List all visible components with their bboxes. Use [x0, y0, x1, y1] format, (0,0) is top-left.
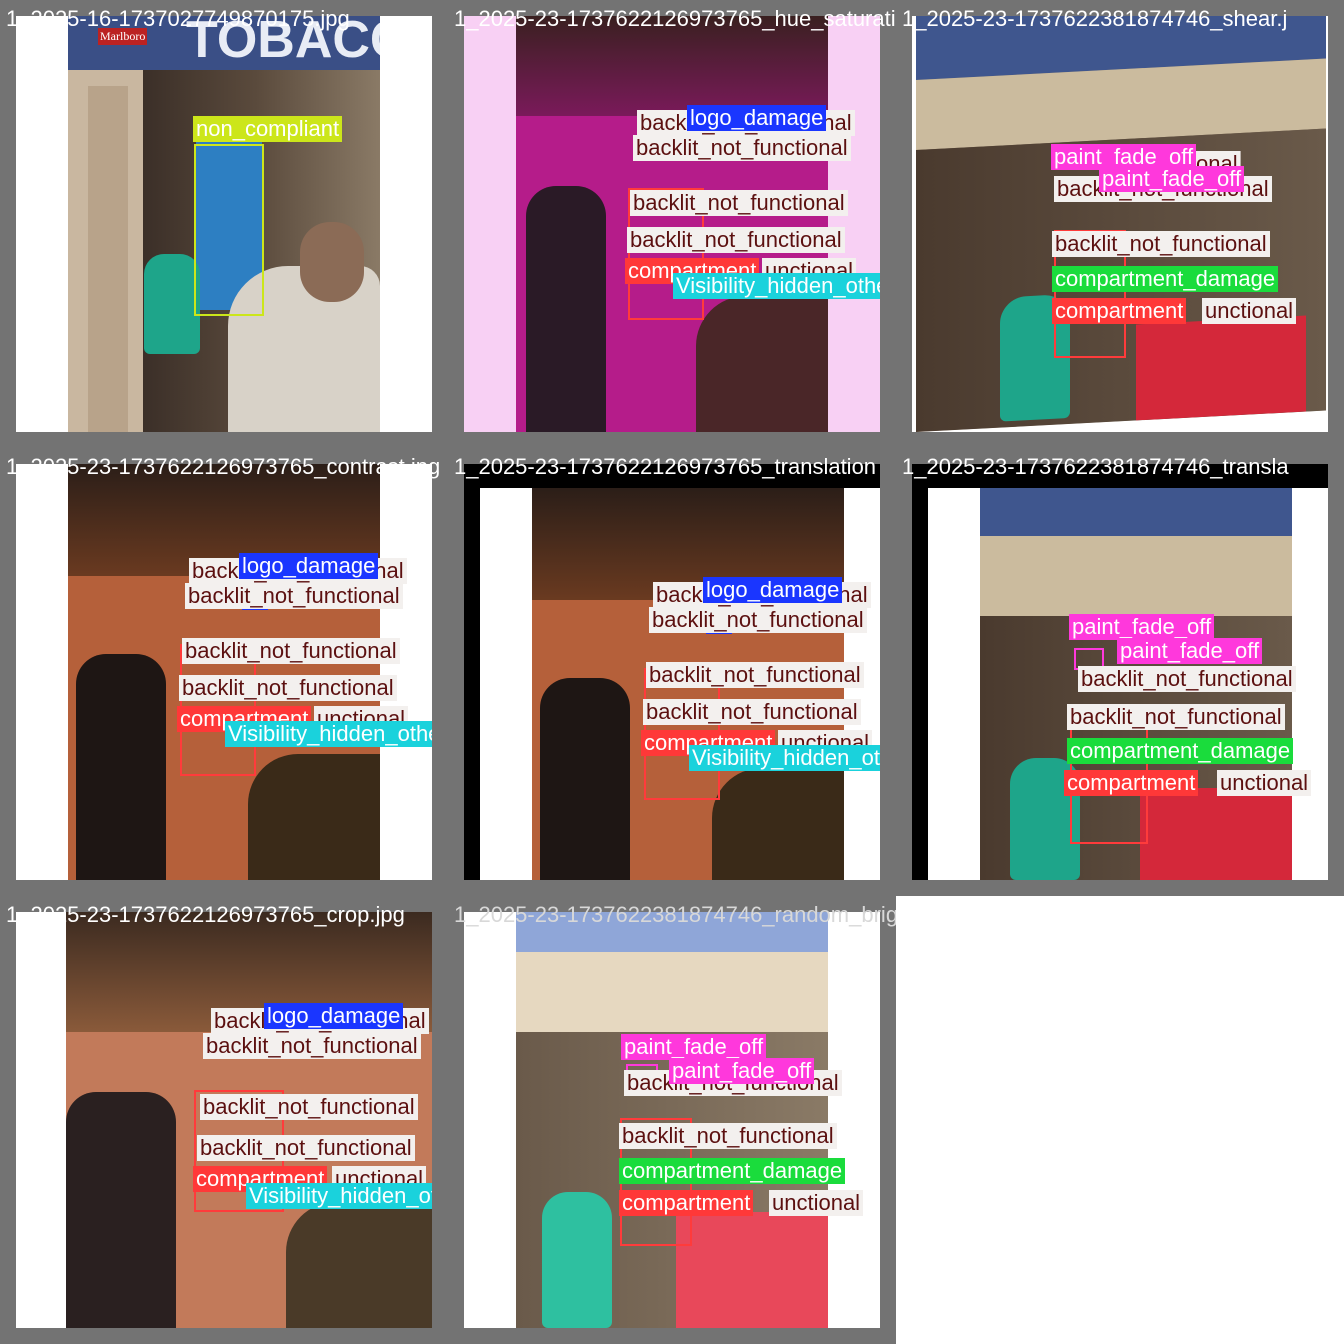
mosaic-tile: backlit_not_functional paint_fade_off ba…	[896, 0, 1344, 448]
backlit-label: backlit_not_functional	[646, 662, 864, 688]
logo-damage-label: logo_damage	[703, 577, 843, 603]
backlit-label: backlit_not_functional	[630, 190, 848, 216]
shopkeeper	[286, 1202, 432, 1328]
tile-photo: TOBACC Marlboro non_compliant	[16, 16, 432, 432]
tile-photo: backlit_not_functional backlit_not_funct…	[16, 912, 432, 1328]
compartment-damage-label: compartment_damage	[1067, 738, 1294, 764]
awning	[516, 952, 828, 1032]
compartment-tail-label: unctional	[769, 1190, 864, 1216]
dark-figure	[540, 678, 630, 880]
compartment-damage-label: compartment_damage	[619, 1158, 846, 1184]
mosaic-tile: backlit_not_functional backlit_not_funct…	[448, 0, 896, 448]
backlit-label: backlit_not_functional	[197, 1135, 415, 1161]
tile-photo: backlit_not_functional paint_fade_off pa…	[464, 912, 880, 1328]
backlit-label: backlit_not_functional	[185, 583, 403, 609]
backlit-label: backlit_not_functional	[1067, 704, 1285, 730]
visibility-label: Visibility_hidden_other_items	[225, 721, 432, 747]
tile-filename: 1_2025-23-1737622126973765_contrast.jpg	[6, 454, 441, 479]
compartment-label: compartment	[619, 1190, 754, 1216]
logo-damage-label: logo_damage	[264, 1003, 404, 1029]
tile-photo: backlit_not_functional backlit_not_funct…	[464, 464, 880, 880]
backlit-label: backlit_not_functional	[182, 638, 400, 664]
paint-fade-label: paint_fade_off	[1069, 614, 1215, 640]
non-compliant-box	[194, 144, 264, 316]
paint-fade-label: paint_fade_off	[1099, 166, 1245, 192]
dark-figure	[526, 186, 606, 432]
tile-photo: backlit_not_functional backlit_not_funct…	[16, 464, 432, 880]
left-pillar	[88, 86, 128, 432]
compartment-label: compartment	[1064, 770, 1199, 796]
empty-cell	[896, 896, 1344, 1344]
compartment-tail-label: unctional	[1202, 298, 1297, 324]
tile-photo: backlit_not_functional backlit_not_funct…	[464, 16, 880, 432]
paint-fade-label: paint_fade_off	[1117, 638, 1263, 664]
mosaic-tile: backlit_not_functional paint_fade_off pa…	[448, 896, 896, 1344]
logo-damage-label: logo_damage	[687, 105, 827, 131]
mosaic-tile: backlit_not_functional backlit_not_funct…	[0, 896, 448, 1344]
tobacco-sign	[980, 488, 1292, 536]
paint-fade-label: paint_fade_off	[621, 1034, 767, 1060]
green-bag	[144, 254, 200, 354]
tile-filename: 1_2025-16-1737027749870175.jpg	[6, 6, 350, 31]
tile-filename: 1_2025-23-1737622126973765_crop.jpg	[6, 902, 405, 927]
mosaic-tile: backlit_not_functional backlit_not_funct…	[448, 448, 896, 896]
backlit-label: backlit_not_functional	[179, 675, 397, 701]
compartment-damage-label: compartment_damage	[1052, 266, 1279, 292]
coca-cola-crates	[676, 1212, 828, 1328]
backlit-label: backlit_not_functional	[1052, 231, 1270, 257]
backlit-label: backlit_not_functional	[203, 1033, 421, 1059]
tile-filename: 1_2025-23-1737622381874746_random_bright	[454, 902, 896, 927]
compartment-label: compartment	[1052, 298, 1187, 324]
green-bag	[542, 1192, 612, 1328]
paint-fade-label: paint_fade_off	[669, 1058, 815, 1084]
mosaic-tile: TOBACC Marlboro non_compliant 1_2025-16-…	[0, 0, 448, 448]
tile-photo: backlit_not_functional paint_fade_off ba…	[912, 16, 1328, 432]
dark-figure	[76, 654, 166, 880]
compartment-tail-label: unctional	[1217, 770, 1312, 796]
tile-filename: 1_2025-23-1737622381874746_transla	[902, 454, 1289, 479]
tile-photo: backlit_not_functional paint_fade_off pa…	[912, 464, 1328, 880]
shop-scene	[916, 16, 1326, 432]
shopkeeper-head	[300, 222, 364, 302]
shopkeeper	[712, 768, 844, 880]
coca-cola-crates	[1136, 315, 1306, 421]
backlit-label: backlit_not_functional	[649, 607, 867, 633]
coca-cola-crates	[1140, 788, 1292, 880]
backlit-label: backlit_not_functional	[200, 1094, 418, 1120]
visibility-label: Visibility_hidden_other_items	[673, 273, 880, 299]
backlit-label: backlit_not_functional	[619, 1123, 837, 1149]
mosaic-tile: backlit_not_functional paint_fade_off pa…	[896, 448, 1344, 896]
backlit-label: backlit_not_functional	[643, 699, 861, 725]
dark-figure	[66, 1092, 176, 1328]
black-pad-left	[464, 464, 480, 880]
black-pad-left	[912, 464, 928, 880]
backlit-label: backlit_not_functional	[633, 135, 851, 161]
shopkeeper	[248, 754, 380, 880]
backlit-label: backlit_not_functional	[627, 227, 845, 253]
tile-filename: 1_2025-23-1737622126973765_hue_saturatio…	[454, 6, 896, 31]
backlit-label: backlit_not_functional	[1078, 666, 1296, 692]
non-compliant-label: non_compliant	[193, 116, 343, 142]
logo-damage-label: logo_damage	[239, 553, 379, 579]
tile-filename: 1_2025-23-1737622126973765_translation	[454, 454, 877, 479]
shopkeeper	[696, 296, 828, 432]
visibility-label: Visibility_hidden_other_items	[246, 1183, 432, 1209]
awning	[980, 536, 1292, 616]
visibility-label: Visibility_hidden_other_items	[689, 745, 880, 771]
tile-filename: 1_2025-23-1737622381874746_shear.j	[902, 6, 1288, 31]
mosaic-tile: backlit_not_functional backlit_not_funct…	[0, 448, 448, 896]
